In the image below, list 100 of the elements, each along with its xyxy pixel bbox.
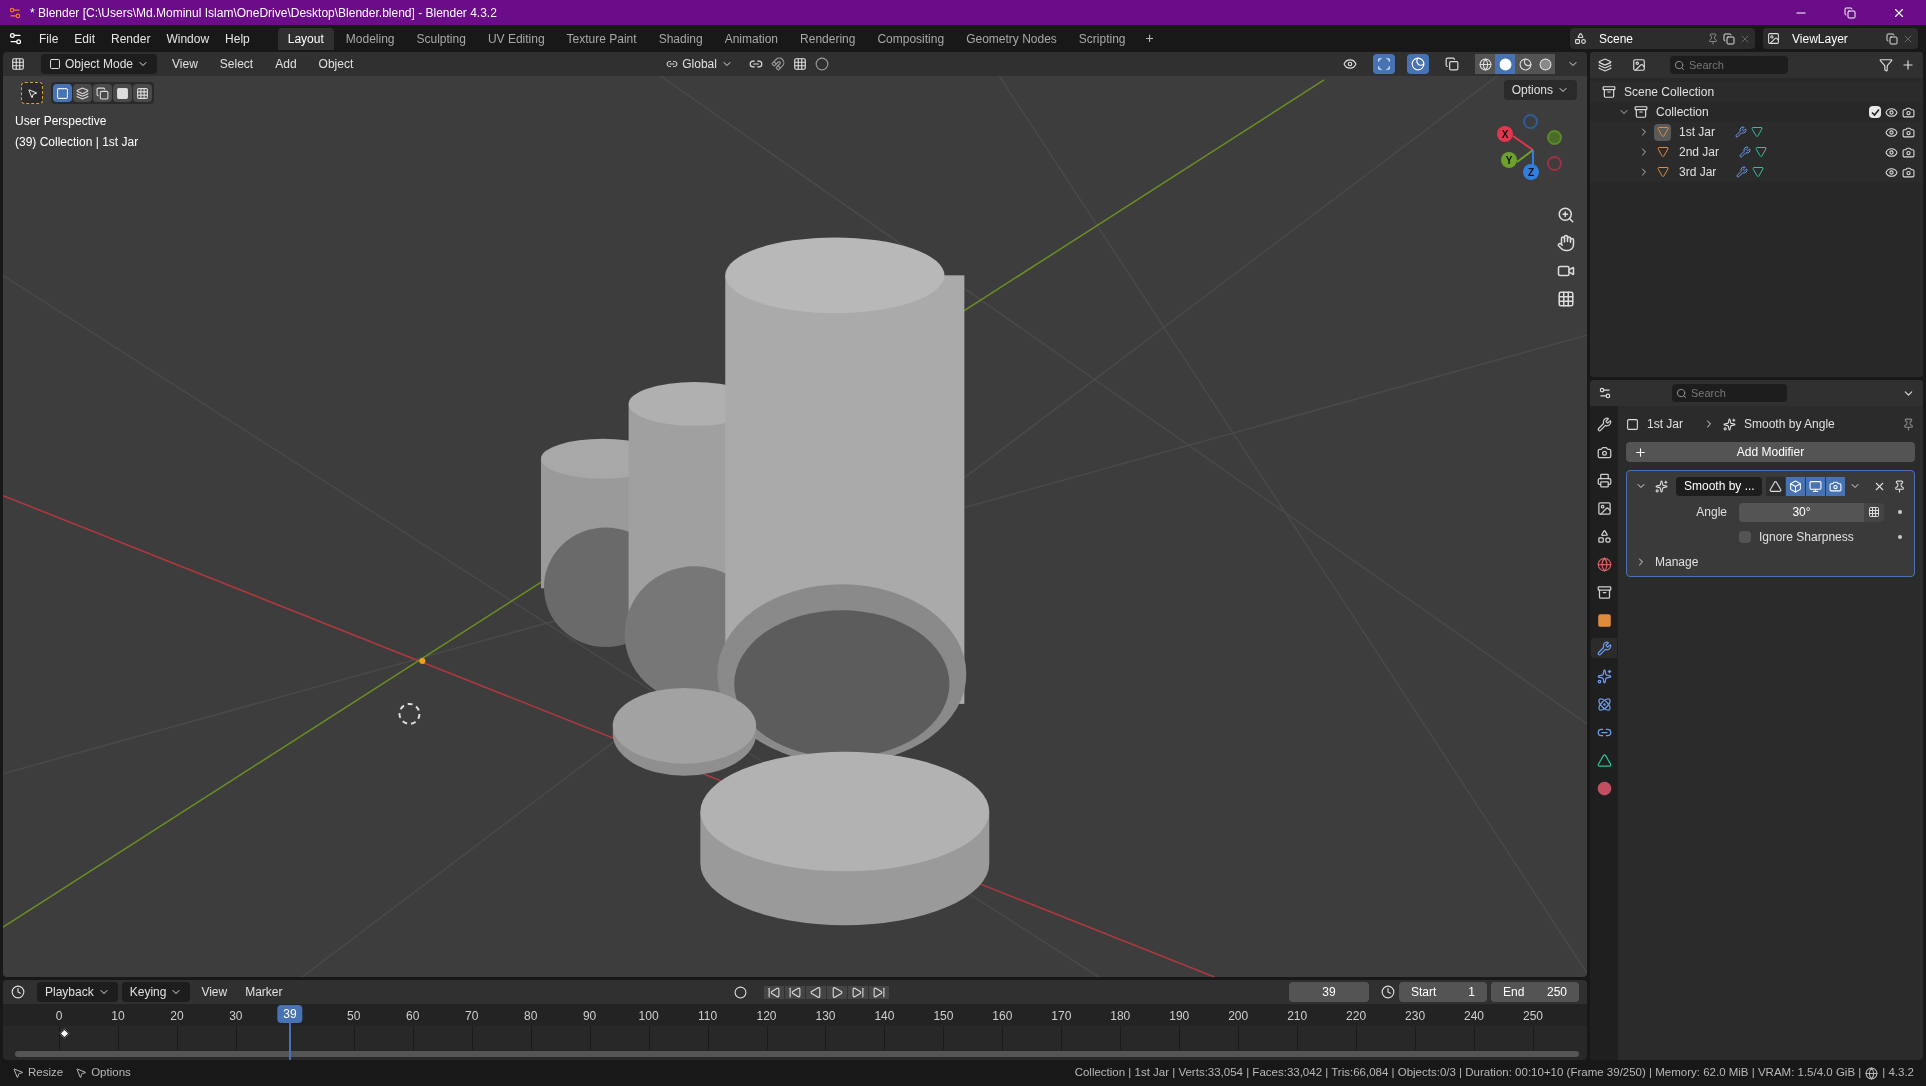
menu-item[interactable]: Select xyxy=(212,55,261,73)
render-toggle[interactable] xyxy=(1826,476,1845,496)
subtract-mode-button[interactable] xyxy=(93,84,112,102)
snap-icon[interactable] xyxy=(770,57,785,71)
menu-item[interactable]: Add xyxy=(268,55,304,73)
playhead-label[interactable]: 39 xyxy=(277,1005,303,1023)
viewport-toggle[interactable] xyxy=(1806,476,1825,496)
editor-type-icon[interactable] xyxy=(11,985,25,999)
hand-icon[interactable] xyxy=(1557,234,1575,252)
keyframe-icon[interactable] xyxy=(59,1028,70,1039)
jump-end-icon[interactable] xyxy=(868,985,889,999)
editor-type-icon[interactable] xyxy=(1598,386,1612,400)
wrench-icon[interactable] xyxy=(1736,166,1749,178)
on-cage-toggle[interactable] xyxy=(1766,476,1785,496)
workspace-tab[interactable]: Sculpting xyxy=(406,27,476,50)
ignore-sharpness-checkbox[interactable] xyxy=(1739,531,1751,543)
mode-dropdown[interactable]: Object Mode xyxy=(41,54,158,74)
wrench-icon[interactable] xyxy=(1735,126,1747,138)
menu-item[interactable]: Marker xyxy=(238,983,290,1001)
grid-icon[interactable] xyxy=(1557,290,1575,308)
overlays-toggle[interactable] xyxy=(1407,54,1429,74)
menu-item[interactable]: Help xyxy=(217,29,258,48)
workspace-tab[interactable]: Scripting xyxy=(1068,27,1136,50)
subpanel-title[interactable]: Manage xyxy=(1655,553,1699,571)
extend-mode-button[interactable] xyxy=(73,84,92,102)
current-frame-field[interactable]: 39 xyxy=(1289,982,1369,1002)
timer-icon[interactable] xyxy=(1381,985,1395,999)
workspace-tab[interactable]: UV Editing xyxy=(477,27,555,50)
camera-icon[interactable] xyxy=(1902,165,1915,179)
eye-icon[interactable] xyxy=(1885,105,1898,119)
copy-icon[interactable] xyxy=(1886,32,1898,45)
search-field[interactable]: Search xyxy=(1670,56,1788,74)
pin-icon[interactable] xyxy=(1893,479,1906,493)
pin-icon[interactable] xyxy=(1902,417,1915,431)
camera-icon[interactable] xyxy=(1902,145,1915,159)
record-icon[interactable] xyxy=(733,985,747,999)
workspace-tab[interactable]: Animation xyxy=(714,27,789,50)
mesh-data-icon[interactable] xyxy=(1755,146,1768,158)
search-field[interactable]: Search xyxy=(1672,384,1787,402)
zoom-icon[interactable] xyxy=(1557,206,1575,224)
edit-mode-toggle[interactable] xyxy=(1786,476,1805,496)
editor-type-icon[interactable] xyxy=(1598,58,1612,72)
snap-target-icon[interactable] xyxy=(792,57,807,71)
modifier-name-field[interactable]: Smooth by ... xyxy=(1676,476,1762,496)
menu-item[interactable]: Render xyxy=(103,29,159,48)
editor-type-icon[interactable] xyxy=(11,57,25,71)
pin-icon[interactable] xyxy=(1707,32,1719,45)
proportional-edit-icon[interactable] xyxy=(814,57,829,71)
display-mode-icon[interactable] xyxy=(1632,58,1646,72)
camera-icon[interactable] xyxy=(1902,105,1915,119)
mesh-data-icon[interactable] xyxy=(1751,126,1763,138)
scene-selector[interactable]: Scene xyxy=(1570,28,1755,49)
collection-name[interactable]: Scene Collection xyxy=(1624,83,1715,101)
object-name[interactable]: 3rd Jar xyxy=(1679,163,1717,181)
timeline-scrollbar[interactable] xyxy=(15,1051,1579,1057)
workspace-tab[interactable]: Compositing xyxy=(867,27,955,50)
previous-keyframe-icon[interactable] xyxy=(784,985,805,999)
workspace-tab[interactable]: Modeling xyxy=(335,27,405,50)
workspace-tab[interactable]: Geometry Nodes xyxy=(956,27,1067,50)
eye-icon[interactable] xyxy=(1885,165,1898,179)
gizmos-toggle[interactable] xyxy=(1373,54,1395,74)
menu-item[interactable]: View xyxy=(194,983,235,1001)
intersect-mode-button[interactable] xyxy=(133,84,152,102)
menu-item[interactable]: View xyxy=(165,55,205,73)
restore-icon[interactable] xyxy=(1844,6,1856,19)
solid-shading-button[interactable] xyxy=(1495,54,1515,74)
menu-item[interactable]: Object xyxy=(311,55,361,73)
filter-icon[interactable] xyxy=(1879,58,1893,72)
set-mode-button[interactable] xyxy=(53,84,72,102)
input-socket-button[interactable] xyxy=(1864,502,1884,522)
workspace-tab[interactable]: Shading xyxy=(648,27,713,50)
workspace-tab[interactable]: Texture Paint xyxy=(556,27,647,50)
start-frame-field[interactable]: Start 1 xyxy=(1399,982,1487,1002)
camera-icon[interactable] xyxy=(1902,125,1915,139)
exclude-checkbox[interactable] xyxy=(1869,106,1881,118)
playhead-line[interactable] xyxy=(288,1023,291,1060)
object-name[interactable]: 2nd Jar xyxy=(1679,143,1720,161)
eye-icon[interactable] xyxy=(1885,145,1898,159)
orientation-dropdown[interactable]: Global xyxy=(658,54,741,74)
menu-item[interactable]: Edit xyxy=(66,29,104,48)
jump-start-icon[interactable] xyxy=(763,985,784,999)
add-modifier-button[interactable]: Add Modifier xyxy=(1626,442,1915,462)
play-reverse-icon[interactable] xyxy=(805,985,826,999)
object-name[interactable]: 1st Jar xyxy=(1679,123,1715,141)
new-collection-icon[interactable] xyxy=(1901,58,1915,72)
playback-dropdown[interactable]: Playback xyxy=(37,982,118,1002)
eye-icon[interactable] xyxy=(1885,125,1898,139)
play-icon[interactable] xyxy=(826,985,847,999)
workspace-tab[interactable]: Rendering xyxy=(790,27,866,50)
add-workspace-button[interactable]: + xyxy=(1137,28,1162,49)
keying-dropdown[interactable]: Keying xyxy=(121,982,191,1002)
end-frame-field[interactable]: End 250 xyxy=(1491,982,1579,1002)
wrench-icon[interactable] xyxy=(1739,146,1752,158)
modifiers-tab[interactable] xyxy=(1591,638,1617,658)
mesh-data-icon[interactable] xyxy=(1752,166,1765,178)
copy-icon[interactable] xyxy=(1723,32,1735,45)
menu-item[interactable]: Window xyxy=(158,29,218,48)
view-layer-selector[interactable]: ViewLayer xyxy=(1763,28,1918,49)
angle-field[interactable]: 30° xyxy=(1739,502,1864,522)
workspace-tab[interactable]: Layout xyxy=(277,27,334,50)
